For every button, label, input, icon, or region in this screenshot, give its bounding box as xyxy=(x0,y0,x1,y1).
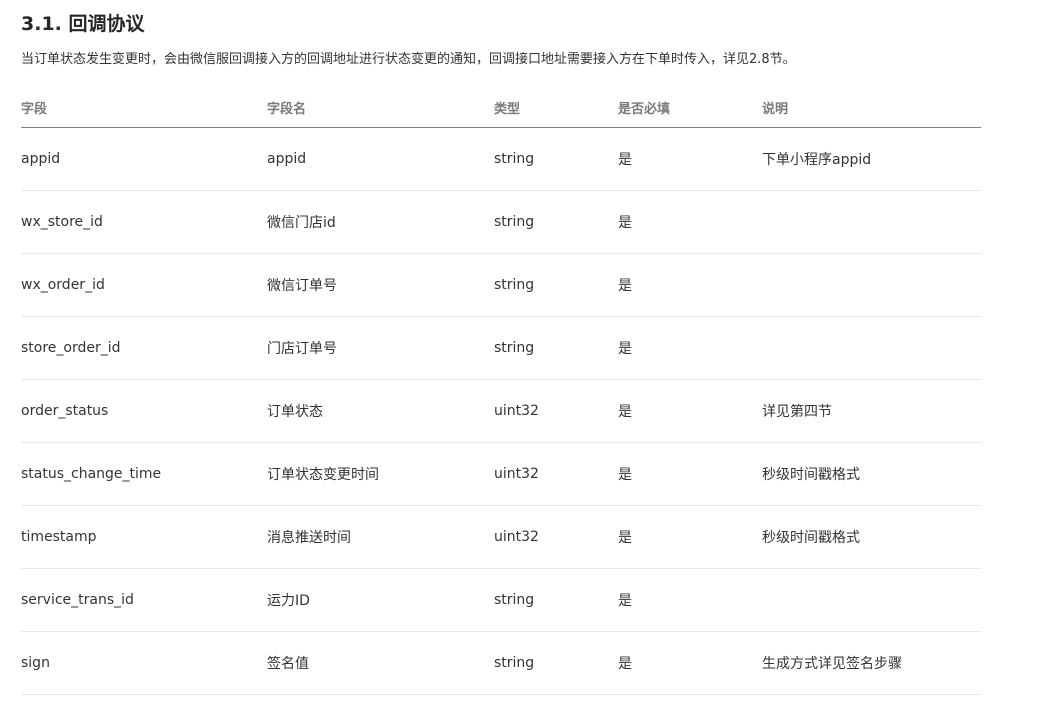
document-page: 3.1. 回调协议 当订单状态发生变更时，会由微信服回调接入方的回调地址进行状态… xyxy=(0,0,1056,728)
cell-type: uint32 xyxy=(494,379,618,443)
cell-required: 是 xyxy=(618,442,762,506)
cell-field-name: 订单状态 xyxy=(267,379,494,443)
cell-type: uint32 xyxy=(494,442,618,506)
cell-field-name: 微信门店id xyxy=(267,190,494,254)
cell-description: 详见第四节 xyxy=(762,379,981,443)
cell-field-name: 运力ID xyxy=(267,568,494,632)
section-title: 3.1. 回调协议 xyxy=(21,13,145,35)
cell-field: timestamp xyxy=(21,505,267,569)
cell-description xyxy=(762,253,981,317)
cell-required: 是 xyxy=(618,568,762,632)
table-row: appid appid string 是 下单小程序appid xyxy=(21,127,981,191)
cell-field: wx_store_id xyxy=(21,190,267,254)
cell-type: string xyxy=(494,127,618,191)
cell-description: 秒级时间戳格式 xyxy=(762,505,981,569)
callback-fields-table: 字段 字段名 类型 是否必填 说明 appid appid string 是 下… xyxy=(21,87,981,695)
table-row: service_trans_id 运力ID string 是 xyxy=(21,568,981,632)
cell-field-name: 门店订单号 xyxy=(267,316,494,380)
cell-required: 是 xyxy=(618,505,762,569)
cell-field: status_change_time xyxy=(21,442,267,506)
cell-description xyxy=(762,316,981,380)
header-type: 类型 xyxy=(494,87,618,128)
cell-field-name: 微信订单号 xyxy=(267,253,494,317)
cell-description: 秒级时间戳格式 xyxy=(762,442,981,506)
cell-field-name: appid xyxy=(267,127,494,191)
cell-description: 下单小程序appid xyxy=(762,127,981,191)
section-description: 当订单状态发生变更时，会由微信服回调接入方的回调地址进行状态变更的通知，回调接口… xyxy=(21,52,796,67)
header-field-name: 字段名 xyxy=(267,87,494,128)
cell-description xyxy=(762,568,981,632)
cell-type: string xyxy=(494,253,618,317)
header-description: 说明 xyxy=(762,87,981,128)
cell-description xyxy=(762,190,981,254)
cell-required: 是 xyxy=(618,631,762,695)
table-row: timestamp 消息推送时间 uint32 是 秒级时间戳格式 xyxy=(21,505,981,569)
table-body: appid appid string 是 下单小程序appid wx_store… xyxy=(21,127,981,695)
cell-field-name: 订单状态变更时间 xyxy=(267,442,494,506)
cell-type: uint32 xyxy=(494,505,618,569)
header-required: 是否必填 xyxy=(618,87,762,128)
cell-type: string xyxy=(494,568,618,632)
cell-field: wx_order_id xyxy=(21,253,267,317)
cell-field: order_status xyxy=(21,379,267,443)
cell-field: sign xyxy=(21,631,267,695)
cell-required: 是 xyxy=(618,190,762,254)
cell-field: service_trans_id xyxy=(21,568,267,632)
cell-type: string xyxy=(494,631,618,695)
cell-description: 生成方式详见签名步骤 xyxy=(762,631,981,695)
table-row: wx_store_id 微信门店id string 是 xyxy=(21,190,981,254)
cell-required: 是 xyxy=(618,379,762,443)
table-row: store_order_id 门店订单号 string 是 xyxy=(21,316,981,380)
cell-type: string xyxy=(494,190,618,254)
table-header-row: 字段 字段名 类型 是否必填 说明 xyxy=(21,87,981,128)
cell-field-name: 消息推送时间 xyxy=(267,505,494,569)
cell-required: 是 xyxy=(618,127,762,191)
cell-required: 是 xyxy=(618,253,762,317)
cell-field: appid xyxy=(21,127,267,191)
table-row: order_status 订单状态 uint32 是 详见第四节 xyxy=(21,379,981,443)
table-row: status_change_time 订单状态变更时间 uint32 是 秒级时… xyxy=(21,442,981,506)
header-field: 字段 xyxy=(21,87,267,128)
cell-field-name: 签名值 xyxy=(267,631,494,695)
table-row: sign 签名值 string 是 生成方式详见签名步骤 xyxy=(21,631,981,695)
table-header: 字段 字段名 类型 是否必填 说明 xyxy=(21,87,981,128)
table-row: wx_order_id 微信订单号 string 是 xyxy=(21,253,981,317)
cell-field: store_order_id xyxy=(21,316,267,380)
cell-type: string xyxy=(494,316,618,380)
cell-required: 是 xyxy=(618,316,762,380)
